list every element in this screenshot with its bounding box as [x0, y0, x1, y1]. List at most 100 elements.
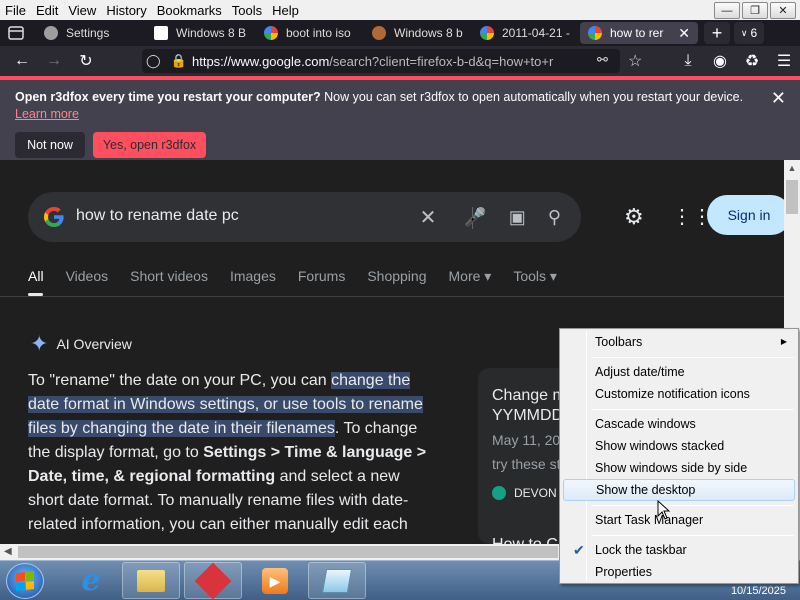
forward-button[interactable]: → — [38, 47, 70, 75]
clear-icon[interactable]: ✕ — [420, 205, 437, 230]
search-icon[interactable]: ⚲ — [548, 207, 561, 228]
restore-button[interactable]: ❐ — [742, 2, 768, 19]
horizontal-scrollbar-thumb[interactable] — [18, 546, 558, 558]
menu-history[interactable]: History — [101, 3, 151, 18]
google-icon — [480, 26, 494, 40]
menu-item-customize-icons[interactable]: Customize notification icons — [563, 383, 795, 405]
scrollbar-thumb[interactable] — [786, 180, 798, 214]
search-box[interactable]: how to rename date pc ✕ 🎤 ▣ ⚲ — [28, 192, 581, 242]
tab-all[interactable]: All — [28, 268, 44, 285]
feather-icon — [372, 26, 386, 40]
tab-count-button[interactable]: ∨ 6 — [734, 22, 764, 44]
menu-item-stacked[interactable]: Show windows stacked — [563, 435, 795, 457]
reload-icon: ↻ — [79, 53, 93, 70]
new-tab-button[interactable]: + — [704, 22, 730, 44]
menu-item-adjust-datetime[interactable]: Adjust date/time — [563, 361, 795, 383]
clock-date[interactable]: 10/15/2025 — [731, 585, 786, 597]
lens-camera-icon[interactable]: ▣ — [509, 207, 526, 228]
menu-tools[interactable]: Tools — [227, 3, 267, 18]
notepad-button[interactable] — [308, 562, 366, 599]
file-explorer-button[interactable] — [122, 562, 180, 599]
plus-icon: + — [711, 22, 723, 43]
source-favicon-icon — [492, 486, 506, 500]
tab-label: Windows 8 b — [394, 26, 463, 40]
gear-icon[interactable]: ⚙ — [624, 204, 644, 230]
shield-icon[interactable]: ◯ — [146, 53, 161, 69]
menu-item-show-desktop[interactable]: Show the desktop — [563, 479, 795, 501]
minimize-button[interactable]: — — [714, 2, 740, 19]
menu-item-lock-taskbar[interactable]: ✔ Lock the taskbar — [563, 539, 795, 561]
tab-images[interactable]: Images — [230, 268, 276, 285]
download-icon: ⤓ — [684, 52, 692, 69]
tab-shopping[interactable]: Shopping — [367, 268, 426, 285]
menu-item-properties[interactable]: Properties — [563, 561, 795, 583]
account-icon: ◉ — [713, 53, 727, 70]
tab-windows8b-2[interactable]: Windows 8 b — [364, 22, 468, 44]
close-notification-icon[interactable]: ✕ — [771, 88, 786, 109]
tab-2011-04-21[interactable]: 2011-04-21 - — [472, 22, 576, 44]
yes-open-button[interactable]: Yes, open r3dfox — [93, 132, 206, 158]
tab-videos[interactable]: Videos — [66, 268, 109, 285]
menu-separator — [592, 535, 794, 536]
menu-view[interactable]: View — [63, 3, 101, 18]
menu-bookmarks[interactable]: Bookmarks — [152, 3, 227, 18]
library-icon — [154, 26, 168, 40]
scroll-left-icon[interactable]: ◀ — [4, 546, 12, 557]
menu-item-cascade[interactable]: Cascade windows — [563, 413, 795, 435]
taskbar-context-menu: Toolbars ▶ Adjust date/time Customize no… — [559, 328, 799, 584]
bookmark-star-icon[interactable]: ☆ — [628, 51, 642, 71]
source-card[interactable]: Change m YYMMDD May 11, 20 try these st D… — [478, 368, 568, 544]
media-player-button[interactable]: ▶ — [246, 562, 304, 599]
close-window-button[interactable]: ✕ — [770, 2, 796, 19]
notepad-icon — [321, 568, 353, 593]
tab-forums[interactable]: Forums — [298, 268, 345, 285]
reload-button[interactable]: ↻ — [70, 47, 102, 75]
media-player-icon: ▶ — [262, 567, 288, 594]
tab-list-icon — [8, 26, 24, 40]
r3dfox-button[interactable] — [184, 562, 242, 599]
sign-in-button[interactable]: Sign in — [707, 195, 784, 235]
windows-logo-icon — [16, 571, 34, 591]
close-tab-icon[interactable]: ✕ — [678, 25, 690, 42]
menu-item-label: Customize notification icons — [595, 387, 750, 401]
tab-short-videos[interactable]: Short videos — [130, 268, 208, 285]
menu-item-toolbars[interactable]: Toolbars ▶ — [563, 331, 795, 353]
tab-tools[interactable]: Tools ▾ — [513, 268, 557, 285]
not-now-button[interactable]: Not now — [15, 132, 85, 158]
tab-settings[interactable]: Settings — [36, 22, 142, 44]
tab-how-to-rename[interactable]: how to rer ✕ — [580, 22, 698, 44]
lock-icon[interactable]: 🔒 — [171, 53, 187, 69]
microphone-icon[interactable]: 🎤 — [464, 207, 486, 228]
learn-more-link[interactable]: Learn more — [15, 107, 79, 121]
internet-explorer-button[interactable]: e — [62, 562, 120, 599]
tab-boot-iso[interactable]: boot into iso — [256, 22, 360, 44]
app-menu-button[interactable]: ☰ — [768, 47, 800, 75]
menu-edit[interactable]: Edit — [31, 3, 63, 18]
card-title: Change m YYMMDD — [492, 386, 566, 426]
key-icon[interactable]: ⚯ — [597, 52, 608, 68]
checkmark-icon: ✔ — [573, 542, 585, 558]
hamburger-icon: ☰ — [776, 53, 792, 70]
menu-file[interactable]: File — [0, 3, 31, 18]
account-button[interactable]: ◉ — [704, 47, 736, 75]
menu-item-task-manager[interactable]: Start Task Manager — [563, 509, 795, 531]
back-button[interactable]: ← — [6, 47, 38, 75]
window-controls: — ❐ ✕ — [714, 2, 796, 19]
tab-more[interactable]: More ▾ — [449, 268, 492, 285]
extensions-button[interactable]: ♻ — [736, 47, 768, 75]
menu-item-label: Start Task Manager — [595, 513, 704, 527]
tab-label: Windows 8 B — [176, 26, 247, 40]
folder-icon — [137, 569, 165, 592]
menu-help[interactable]: Help — [267, 3, 304, 18]
menu-item-side-by-side[interactable]: Show windows side by side — [563, 457, 795, 479]
tab-list-button[interactable] — [0, 20, 32, 46]
ai-overview-heading: ✦ AI Overview — [30, 331, 132, 357]
url-security-icons: ◯ 🔒 — [146, 53, 187, 69]
downloads-button[interactable]: ⤓ — [672, 47, 704, 75]
tab-windows8b[interactable]: Windows 8 B — [146, 22, 252, 44]
start-button[interactable] — [6, 563, 44, 599]
url-bar[interactable]: https://www.google.com/search?client=fir… — [142, 49, 620, 73]
apps-grid-icon[interactable]: ⋮⋮ — [672, 204, 712, 229]
menu-item-label: Toolbars — [595, 335, 643, 349]
scroll-up-icon[interactable]: ▲ — [784, 160, 800, 176]
